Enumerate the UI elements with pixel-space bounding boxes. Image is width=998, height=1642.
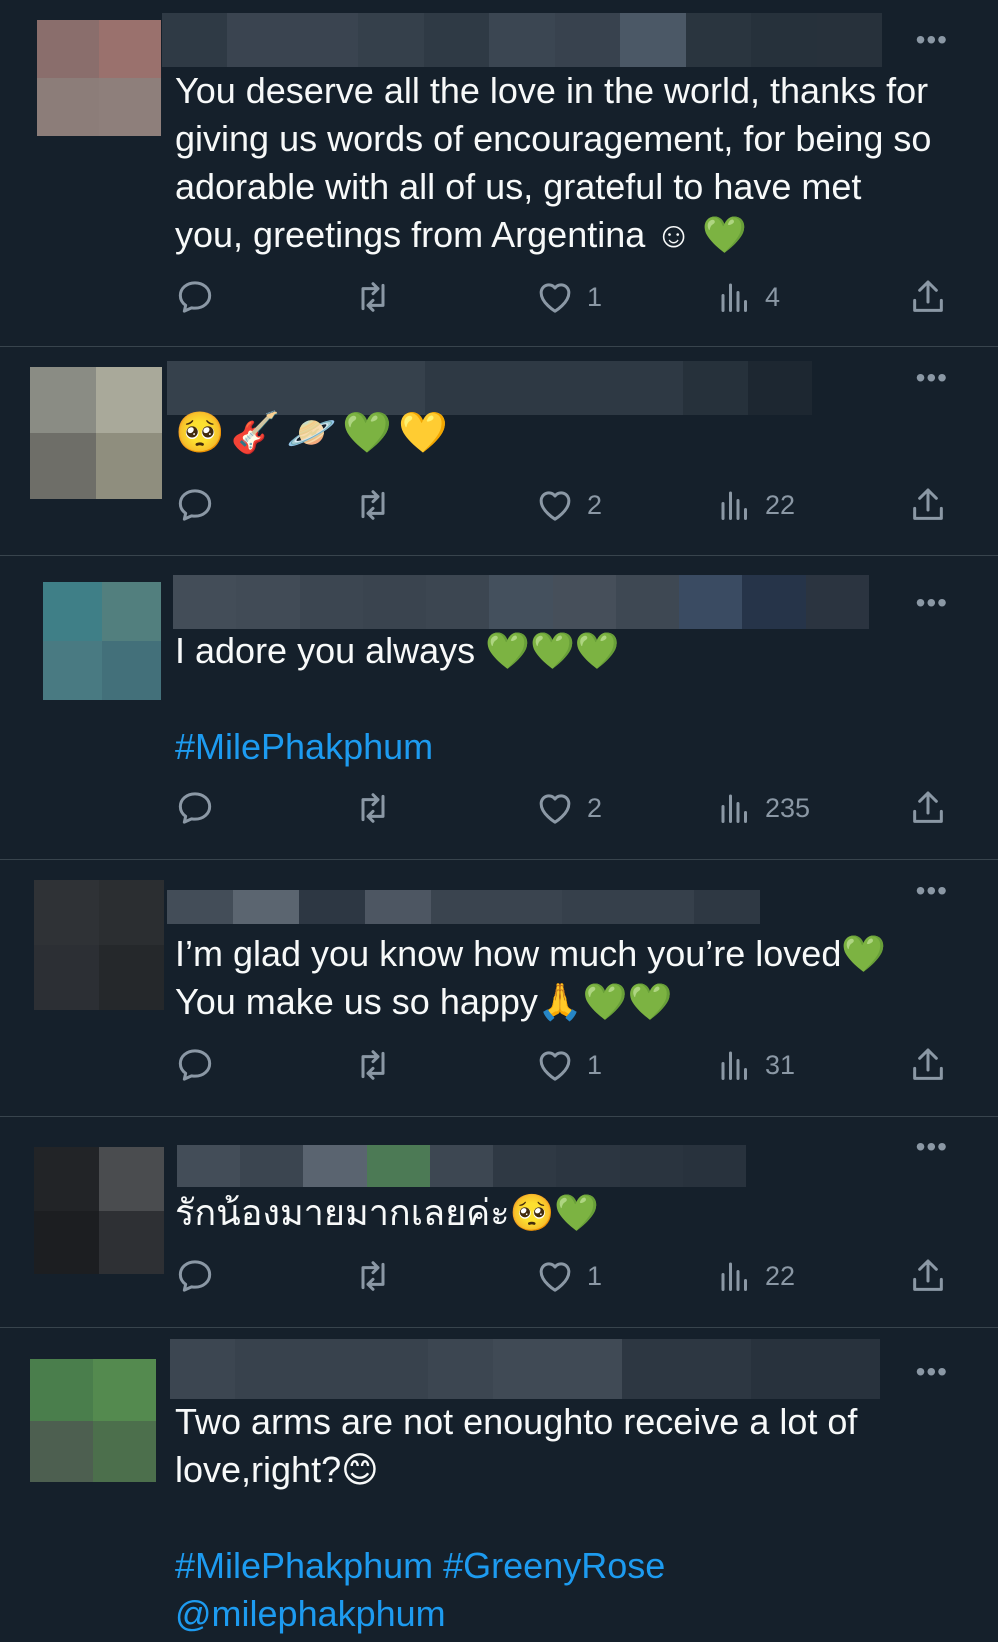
author-name-redacted[interactable] [167,361,812,415]
like-count: 1 [587,281,603,312]
views-icon [717,1045,753,1085]
share-button[interactable] [908,788,948,828]
avatar[interactable] [37,20,161,136]
author-name-redacted[interactable] [167,890,760,924]
heart-icon [535,788,575,828]
avatar[interactable] [34,1147,164,1274]
like-count: 2 [587,489,603,520]
reply-icon [175,485,215,525]
tweet-text: You deserve all the love in the world, t… [175,70,942,255]
view-count: 4 [765,281,781,312]
avatar[interactable] [30,1359,156,1482]
more-icon[interactable]: ••• [916,364,948,392]
heart-icon [535,277,575,317]
retweet-button[interactable] [353,1256,393,1296]
views-button[interactable]: 22 [717,485,795,525]
like-count: 2 [587,792,603,823]
retweet-icon [353,788,393,828]
views-button[interactable]: 31 [717,1045,795,1085]
share-icon [908,277,948,317]
retweet-icon [353,277,393,317]
tweet-text: I adore you always 💚💚💚 [175,630,620,671]
heart-icon [535,485,575,525]
retweet-button[interactable] [353,485,393,525]
retweet-icon [353,485,393,525]
avatar[interactable] [30,367,162,499]
view-count: 22 [765,1260,796,1291]
tweet[interactable]: ••• รักน้องมายมากเลยค่ะ🥺💚 1 22 [0,1117,998,1328]
reply-icon [175,788,215,828]
tweet-actions: 1 4 [175,277,953,317]
tweet[interactable]: ••• Two arms are not enoughto receive a … [0,1328,998,1642]
hashtag-link[interactable]: #MilePhakphum #GreenyRose @milephakphum [175,1542,935,1638]
reply-button[interactable] [175,485,215,525]
reply-button[interactable] [175,788,215,828]
share-button[interactable] [908,485,948,525]
like-count: 1 [587,1049,603,1080]
tweet-text: 🥺🎸🪐💚💛 [175,411,455,455]
views-button[interactable]: 22 [717,1256,795,1296]
tweet-actions: 1 31 [175,1045,953,1085]
tweet[interactable]: ••• I adore you always 💚💚💚 #MilePhakphum… [0,556,998,860]
share-button[interactable] [908,1256,948,1296]
more-icon[interactable]: ••• [916,877,948,905]
reply-icon [175,277,215,317]
more-icon[interactable]: ••• [916,26,948,54]
share-button[interactable] [908,277,948,317]
more-icon[interactable]: ••• [916,589,948,617]
more-icon[interactable]: ••• [916,1358,948,1386]
retweet-button[interactable] [353,788,393,828]
view-count: 31 [765,1049,796,1080]
author-name-redacted[interactable] [173,575,869,629]
tweet[interactable]: ••• You deserve all the love in the worl… [0,0,998,347]
share-icon [908,788,948,828]
reply-button[interactable] [175,277,215,317]
tweet[interactable]: ••• I’m glad you know how much you’re lo… [0,860,998,1117]
reply-icon [175,1256,215,1296]
reply-button[interactable] [175,1045,215,1085]
view-count: 235 [765,792,811,823]
more-icon[interactable]: ••• [916,1133,948,1161]
tweet-text: I’m glad you know how much you’re loved💚… [175,933,887,1022]
avatar[interactable] [34,880,164,1010]
hashtag-link[interactable]: #MilePhakphum [175,723,935,771]
author-name-redacted[interactable] [162,13,882,67]
author-name-redacted[interactable] [170,1339,880,1399]
like-count: 1 [587,1260,603,1291]
reply-icon [175,1045,215,1085]
share-icon [908,485,948,525]
avatar[interactable] [43,582,161,700]
like-button[interactable]: 2 [535,788,602,828]
reply-button[interactable] [175,1256,215,1296]
tweet-actions: 1 22 [175,1256,953,1296]
tweet-text: Two arms are not enoughto receive a lot … [175,1401,868,1490]
like-button[interactable]: 1 [535,277,602,317]
tweet-actions: 2 235 [175,788,953,828]
retweet-button[interactable] [353,1045,393,1085]
tweet-actions: 2 22 [175,485,953,525]
share-icon [908,1045,948,1085]
views-icon [717,277,753,317]
like-button[interactable]: 1 [535,1256,602,1296]
views-icon [717,1256,753,1296]
views-button[interactable]: 235 [717,788,810,828]
views-icon [717,788,753,828]
share-icon [908,1256,948,1296]
retweet-icon [353,1045,393,1085]
views-button[interactable]: 4 [717,277,780,317]
like-button[interactable]: 1 [535,1045,602,1085]
like-button[interactable]: 2 [535,485,602,525]
heart-icon [535,1045,575,1085]
tweet-text: รักน้องมายมากเลยค่ะ🥺💚 [175,1192,600,1233]
author-name-redacted[interactable] [177,1145,746,1187]
retweet-button[interactable] [353,277,393,317]
retweet-icon [353,1256,393,1296]
tweet[interactable]: ••• 🥺🎸🪐💚💛 2 22 [0,347,998,556]
share-button[interactable] [908,1045,948,1085]
views-icon [717,485,753,525]
view-count: 22 [765,489,796,520]
heart-icon [535,1256,575,1296]
